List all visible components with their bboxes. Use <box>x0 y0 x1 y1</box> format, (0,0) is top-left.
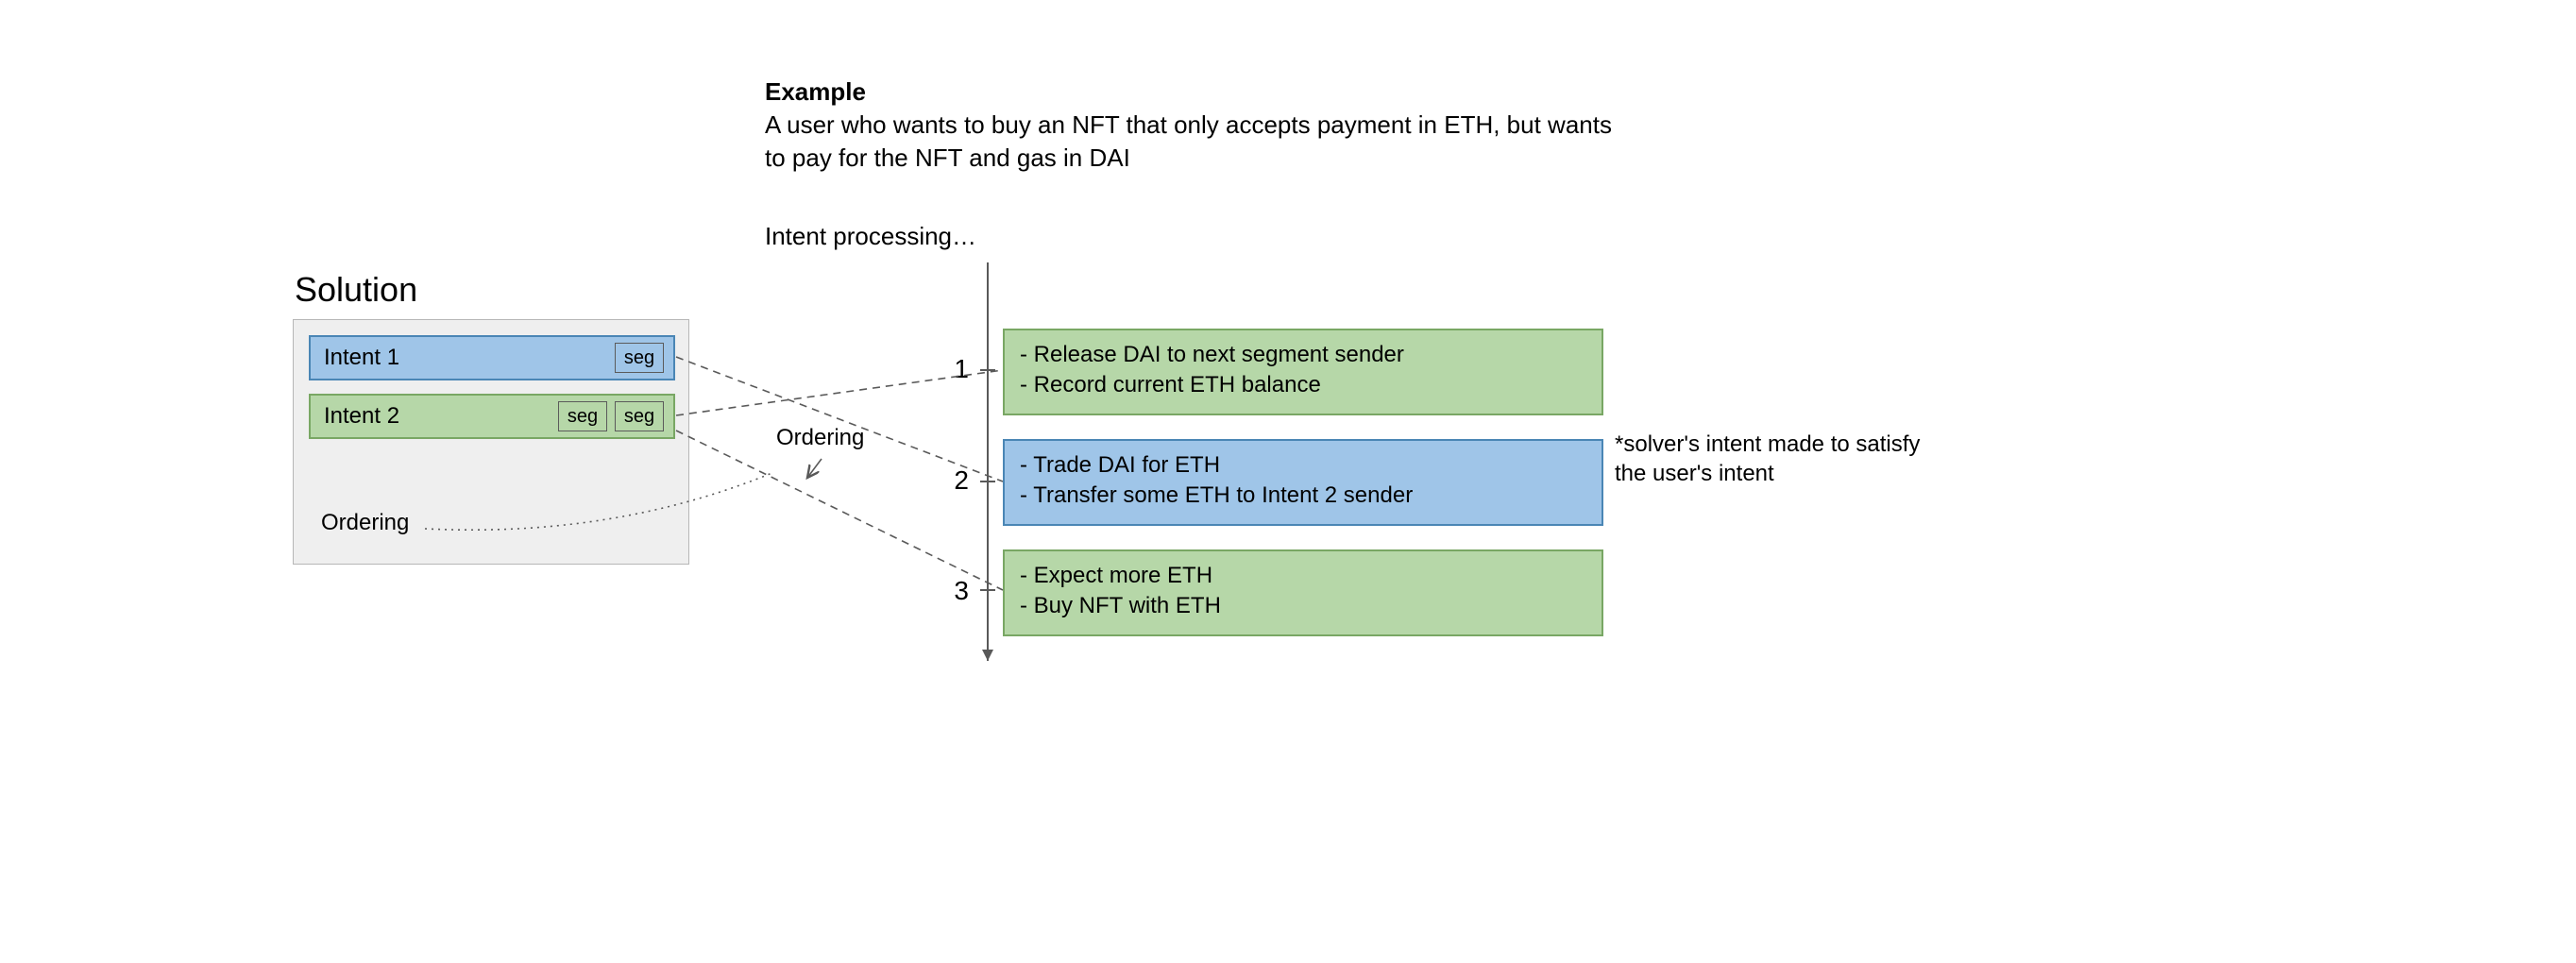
intent-2-seg-a: seg <box>558 401 607 431</box>
step-2-line-2: - Transfer some ETH to Intent 2 sender <box>1020 481 1586 511</box>
intent-processing-label: Intent processing… <box>765 222 976 251</box>
connector-intent2-segB-to-step3 <box>676 431 1003 590</box>
step-2-number: 2 <box>941 465 969 496</box>
example-block: Example A user who wants to buy an NFT t… <box>765 76 1615 175</box>
intent-2-row: Intent 2 seg seg <box>309 394 675 439</box>
ordering-pointer-arrow <box>807 459 822 478</box>
example-heading: Example <box>765 77 866 106</box>
intent-1-row: Intent 1 seg <box>309 335 675 380</box>
diagram-canvas: Example A user who wants to buy an NFT t… <box>0 0 2576 963</box>
intent-2-seg-b: seg <box>615 401 664 431</box>
step-3-line-1: - Expect more ETH <box>1020 561 1586 591</box>
step-2-box: - Trade DAI for ETH - Transfer some ETH … <box>1003 439 1603 526</box>
step-1-line-2: - Record current ETH balance <box>1020 370 1586 400</box>
solution-ordering-label: Ordering <box>321 510 409 536</box>
example-description: A user who wants to buy an NFT that only… <box>765 110 1612 172</box>
step-1-line-1: - Release DAI to next segment sender <box>1020 340 1586 370</box>
intent-1-seg: seg <box>615 343 664 373</box>
solution-title: Solution <box>295 270 417 310</box>
intent-1-label: Intent 1 <box>324 345 399 371</box>
intent-2-label: Intent 2 <box>324 403 399 430</box>
step-3-line-2: - Buy NFT with ETH <box>1020 591 1586 621</box>
step-2-line-1: - Trade DAI for ETH <box>1020 450 1586 481</box>
solver-intent-annotation: *solver's intent made to satisfy the use… <box>1615 430 1936 488</box>
midline-ordering-label: Ordering <box>776 425 864 451</box>
step-3-box: - Expect more ETH - Buy NFT with ETH <box>1003 549 1603 636</box>
step-3-number: 3 <box>941 576 969 606</box>
step-1-number: 1 <box>941 354 969 384</box>
step-1-box: - Release DAI to next segment sender - R… <box>1003 329 1603 415</box>
